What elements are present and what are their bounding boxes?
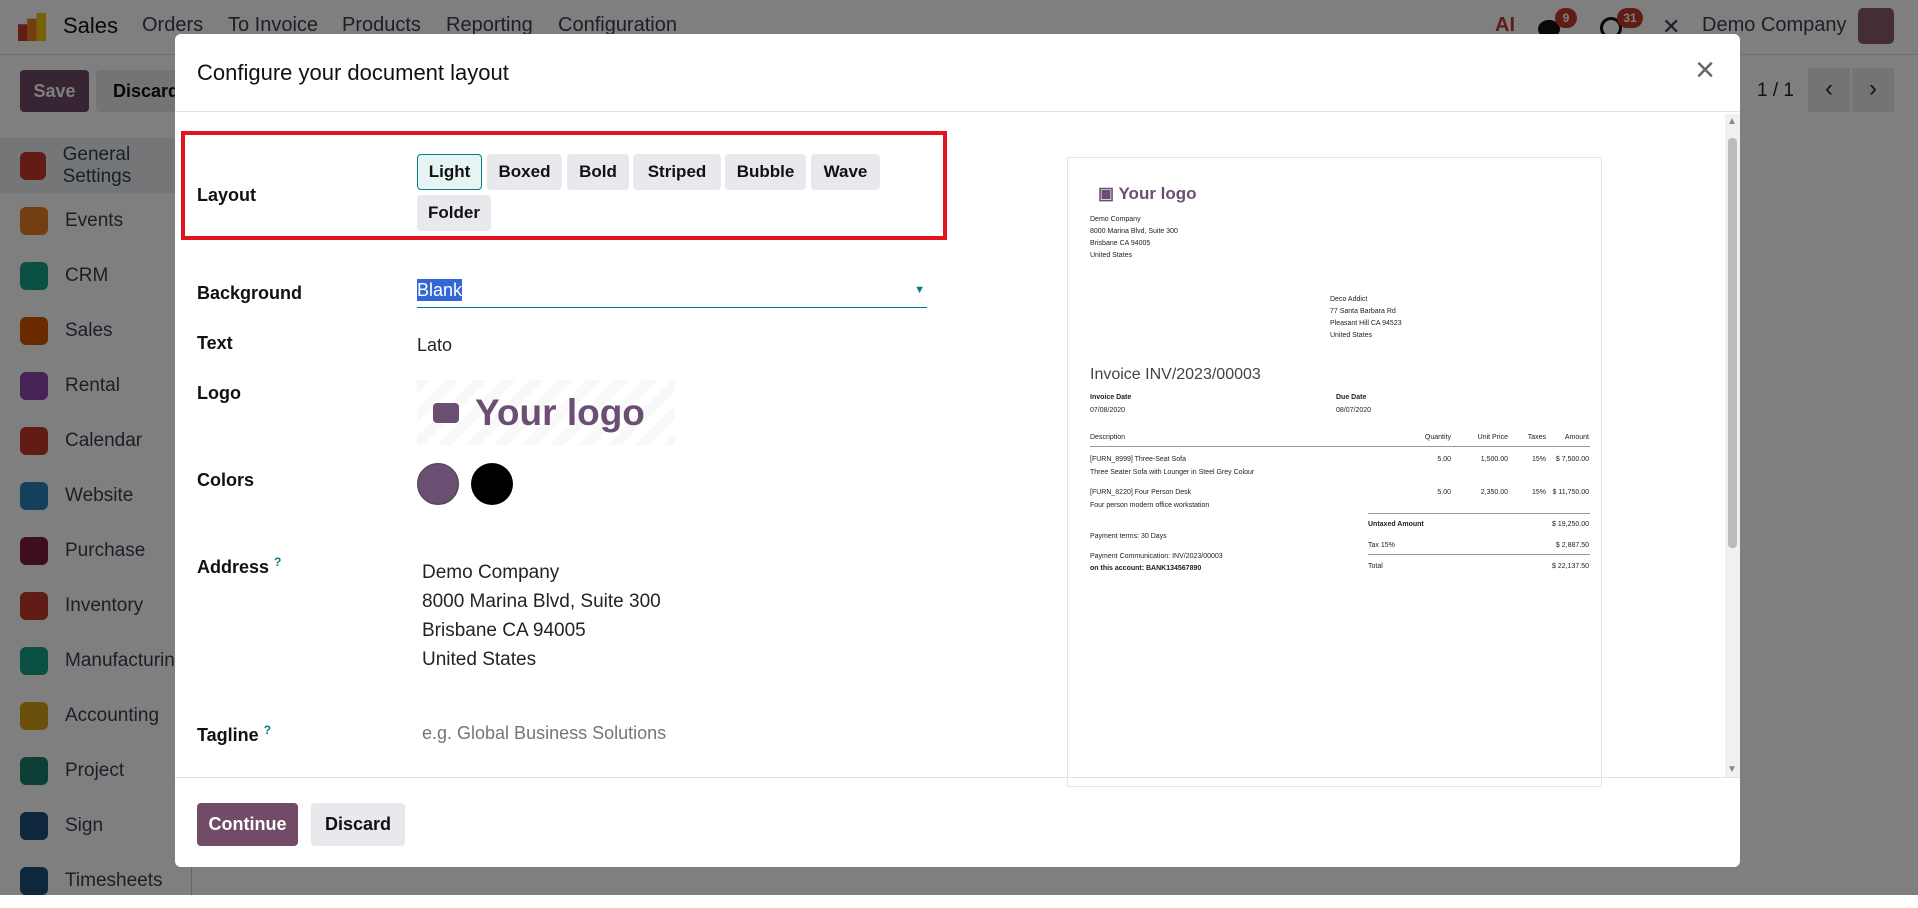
- column-header: Quantity: [1424, 434, 1451, 441]
- dialog-header: Configure your document layout ×: [175, 34, 1740, 112]
- layout-option-bubble[interactable]: Bubble: [725, 154, 806, 190]
- tagline-label: Tagline?: [197, 723, 272, 745]
- discard-dialog-button[interactable]: Discard: [311, 803, 405, 846]
- secondary-color-swatch[interactable]: [471, 463, 513, 505]
- preview-logo: ▣ Your logo: [1098, 184, 1197, 203]
- address-line: 8000 Marina Blvd, Suite 300: [422, 591, 661, 612]
- customer-address-line: 77 Santa Barbara Rd: [1330, 308, 1396, 315]
- logo-upload[interactable]: Your logo: [417, 380, 675, 445]
- line-description: Four person modern office workstation: [1090, 502, 1210, 509]
- company-address-line: Brisbane CA 94005: [1090, 240, 1151, 247]
- address-line: United States: [422, 649, 537, 670]
- table-header-line: [1090, 446, 1590, 447]
- chevron-down-icon: ▼: [914, 284, 925, 296]
- camera-icon: [433, 402, 459, 423]
- background-select[interactable]: Blank ▼: [417, 279, 927, 308]
- preview-text: 5.00: [1437, 489, 1451, 496]
- divider: [1368, 513, 1590, 514]
- customer-address-line: United States: [1330, 332, 1373, 339]
- invoice-preview: ▣ Your logo Demo Company 8000 Marina Blvd…: [1067, 157, 1602, 787]
- continue-button[interactable]: Continue: [197, 803, 298, 846]
- background-label: Background: [197, 283, 303, 303]
- layout-option-boxed[interactable]: Boxed: [487, 154, 562, 190]
- line-product: [FURN_8220] Four Person Desk: [1090, 489, 1192, 496]
- text-label: Text: [197, 333, 233, 353]
- primary-color-swatch[interactable]: [417, 463, 459, 505]
- customer-address-line: Deco Addict: [1330, 296, 1368, 303]
- line-product: [FURN_8999] Three-Seat Sofa: [1090, 456, 1186, 463]
- close-icon[interactable]: ×: [1690, 53, 1720, 87]
- company-address-line: Demo Company: [1090, 216, 1141, 223]
- preview-text: 07/08/2020: [1090, 407, 1126, 414]
- company-address-line: 8000 Marina Blvd, Suite 300: [1090, 228, 1178, 235]
- preview-text: $ 7,500.00: [1555, 456, 1589, 463]
- preview-text: 15%: [1531, 489, 1546, 496]
- address-label: Address?: [197, 555, 282, 577]
- column-header: Amount: [1564, 434, 1589, 441]
- background-value: Blank: [417, 279, 463, 301]
- preview-scrollbar[interactable]: ▲ ▼: [1725, 114, 1740, 777]
- preview-text: $ 22,137.50: [1552, 563, 1589, 570]
- layout-option-light[interactable]: Light: [417, 154, 482, 190]
- line-description: Three Seater Sofa with Lounger in Steel …: [1090, 469, 1255, 476]
- preview-text: on this account: BANK134567890: [1090, 565, 1202, 572]
- colors-label: Colors: [197, 470, 255, 490]
- preview-text: Untaxed Amount: [1368, 521, 1424, 528]
- preview-text: Total: [1368, 563, 1383, 570]
- document-layout-dialog: Configure your document layout × Layout …: [175, 34, 1740, 867]
- preview-text: 2,350.00: [1480, 489, 1508, 496]
- preview-text: 08/07/2020: [1336, 407, 1372, 414]
- scroll-up-icon[interactable]: ▲: [1727, 116, 1737, 127]
- divider: [1368, 554, 1590, 555]
- dialog-title: Configure your document layout: [197, 60, 509, 85]
- company-address[interactable]: Demo Company 8000 Marina Blvd, Suite 300…: [422, 558, 661, 674]
- layout-option-striped[interactable]: Striped: [633, 154, 721, 190]
- text-font-value[interactable]: Lato: [417, 335, 452, 356]
- preview-text: $ 2,887.50: [1555, 542, 1589, 549]
- preview-text: Payment Communication: INV/2023/00003: [1090, 553, 1223, 560]
- preview-text: Due Date: [1336, 394, 1367, 401]
- column-header: Description: [1090, 434, 1126, 441]
- preview-text: $ 11,750.00: [1552, 489, 1589, 496]
- help-icon[interactable]: ?: [264, 723, 271, 737]
- layout-option-wave[interactable]: Wave: [811, 154, 880, 190]
- invoice-title: Invoice INV/2023/00003: [1090, 366, 1261, 383]
- layout-label: Layout: [197, 185, 257, 205]
- preview-text: Tax 15%: [1368, 542, 1395, 549]
- address-line: Demo Company: [422, 562, 560, 583]
- scrollbar-thumb[interactable]: [1728, 138, 1737, 548]
- preview-text: $ 19,250.00: [1552, 521, 1589, 528]
- logo-label: Logo: [197, 383, 241, 403]
- layout-option-bold[interactable]: Bold: [567, 154, 629, 190]
- preview-text: 15%: [1531, 456, 1546, 463]
- address-line: Brisbane CA 94005: [422, 620, 586, 641]
- preview-text: Payment terms: 30 Days: [1090, 533, 1167, 540]
- preview-text: 5.00: [1437, 456, 1451, 463]
- scroll-down-icon[interactable]: ▼: [1727, 764, 1737, 775]
- dialog-footer: Continue Discard: [175, 777, 1740, 867]
- preview-text: 1,500.00: [1480, 456, 1508, 463]
- preview-text: Invoice Date: [1090, 394, 1132, 401]
- column-header: Taxes: [1527, 434, 1546, 441]
- column-header: Unit Price: [1477, 434, 1508, 441]
- customer-address-line: Pleasant Hill CA 94523: [1330, 320, 1402, 327]
- tagline-input[interactable]: [422, 718, 922, 748]
- layout-option-folder[interactable]: Folder: [417, 195, 491, 231]
- help-icon[interactable]: ?: [274, 555, 281, 569]
- logo-placeholder-text: Your logo: [475, 391, 645, 433]
- company-address-line: United States: [1090, 252, 1133, 259]
